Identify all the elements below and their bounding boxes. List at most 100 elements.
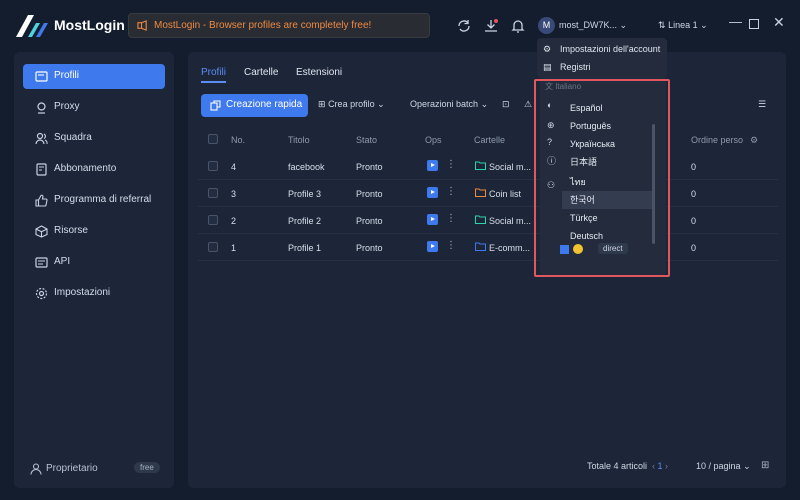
proxy-icon <box>37 102 46 114</box>
menu-item-label: Impostazioni dell'account <box>560 44 661 54</box>
folder-icon <box>475 242 486 251</box>
more-options-icon[interactable]: ⋮ <box>446 159 456 170</box>
cell-order: 0 <box>691 243 697 253</box>
open-browser-button[interactable] <box>427 187 438 198</box>
user-icon <box>30 463 42 475</box>
sidebar-item-referral[interactable]: Programma di referral <box>23 188 165 213</box>
sidebar-item-subscription[interactable]: Abbonamento <box>23 157 165 182</box>
prev-page-icon[interactable]: ‹ <box>652 461 655 471</box>
maximize-icon[interactable] <box>749 19 759 29</box>
user-name: most_DW7K... <box>559 20 618 30</box>
row-checkbox[interactable] <box>208 242 218 252</box>
copy-icon <box>210 100 221 111</box>
close-icon[interactable]: ✕ <box>773 14 785 31</box>
cell-title: Profile 1 <box>288 243 322 253</box>
table-row[interactable]: 1 Profile 1 Pronto ⋮ E-comm... 0 <box>198 234 778 261</box>
sidebar-item-api[interactable]: API <box>23 250 165 275</box>
sidebar-item-label: Squadra <box>54 132 92 143</box>
sidebar-item-label: Abbonamento <box>54 163 117 174</box>
sidebar-item-proxy[interactable]: Proxy <box>23 95 165 120</box>
line-selector[interactable]: ⇅ Linea 1 ⌄ <box>658 20 708 31</box>
page-size-select[interactable]: 10 / pagina ⌄ <box>696 461 751 472</box>
cell-folder: Coin list <box>489 189 522 199</box>
line-label: Linea 1 <box>668 20 698 30</box>
folder-add-icon[interactable]: ⊡ <box>502 99 510 110</box>
sync-icon[interactable] <box>456 18 472 34</box>
sidebar-item-settings[interactable]: Impostazioni <box>23 281 165 306</box>
column-settings-icon[interactable]: ⚙ <box>750 135 758 146</box>
main-panel: Profili Cartelle Estensioni Creazione ra… <box>188 52 786 488</box>
megaphone-icon <box>137 20 147 31</box>
sidebar-item-label: Risorse <box>54 225 88 236</box>
minimize-icon[interactable]: — <box>729 14 742 29</box>
column-header: Ordine perso <box>691 135 744 145</box>
cell-status: Pronto <box>356 216 383 226</box>
table-row[interactable]: 3 Profile 3 Pronto ⋮ Coin list 0 <box>198 180 778 207</box>
sidebar: Profili Proxy Squadra Abbonamento Progra… <box>14 52 174 488</box>
row-checkbox[interactable] <box>208 188 218 198</box>
chevron-down-icon: ⌄ <box>743 461 751 471</box>
sidebar-item-label: Impostazioni <box>54 287 111 298</box>
cell-title: Profile 3 <box>288 189 322 199</box>
select-all-checkbox[interactable] <box>208 134 218 144</box>
account-menu: ⚙ Impostazioni dell'account ▤ Registri <box>537 38 667 78</box>
next-page-icon[interactable]: › <box>665 461 668 471</box>
tab-extensions[interactable]: Estensioni <box>296 67 342 78</box>
open-browser-button[interactable] <box>427 160 438 171</box>
more-options-icon[interactable]: ⋮ <box>446 240 456 251</box>
open-browser-button[interactable] <box>427 214 438 225</box>
open-browser-button[interactable] <box>427 241 438 252</box>
pagination[interactable]: ‹ 1 › <box>652 461 668 471</box>
sidebar-item-label: Programma di referral <box>54 194 152 205</box>
gear-icon <box>35 287 48 300</box>
quick-create-button[interactable]: Creazione rapida <box>201 94 308 117</box>
create-profile-button[interactable]: ⊞ Crea profilo ⌄ <box>318 99 385 110</box>
chevron-down-icon: ⌄ <box>619 20 628 30</box>
row-checkbox[interactable] <box>208 215 218 225</box>
highlight-box <box>534 79 670 277</box>
sidebar-item-resources[interactable]: Risorse <box>23 219 165 244</box>
tab-profiles[interactable]: Profili <box>201 67 226 78</box>
cell-order: 0 <box>691 189 697 199</box>
cell-status: Pronto <box>356 189 383 199</box>
gear-icon: ⚙ <box>543 44 552 54</box>
cell-no: 3 <box>231 189 237 199</box>
menu-item-label: Registri <box>560 62 591 72</box>
quick-create-label: Creazione rapida <box>226 99 303 110</box>
cell-status: Pronto <box>356 243 383 253</box>
cell-order: 0 <box>691 216 697 226</box>
grid-view-icon[interactable]: ⊞ <box>761 460 769 471</box>
more-options-icon[interactable]: ⋮ <box>446 186 456 197</box>
bell-icon[interactable] <box>510 18 526 34</box>
row-checkbox[interactable] <box>208 161 218 171</box>
warning-icon[interactable]: ⚠ <box>524 99 532 110</box>
plan-badge: free <box>134 462 160 473</box>
column-header: No. <box>231 135 246 145</box>
user-menu-trigger[interactable]: most_DW7K... ⌄ <box>559 20 627 31</box>
create-profile-label: Crea profilo <box>328 99 375 109</box>
column-header: Cartelle <box>474 135 506 145</box>
tab-folders[interactable]: Cartelle <box>244 67 278 78</box>
batch-ops-button[interactable]: Operazioni batch ⌄ <box>410 99 488 110</box>
sidebar-item-team[interactable]: Squadra <box>23 126 165 151</box>
filter-icon[interactable]: ☰ <box>758 99 766 110</box>
avatar[interactable]: M <box>538 17 555 34</box>
download-icon[interactable] <box>483 18 499 34</box>
table-row[interactable]: 4 facebook Pronto ⋮ Social m... 0 <box>198 153 778 180</box>
table-row[interactable]: 2 Profile 2 Pronto ⋮ Social m... 0 <box>198 207 778 234</box>
promo-banner[interactable]: MostLogin - Browser profiles are complet… <box>128 13 430 38</box>
sidebar-item-profiles[interactable]: Profili <box>23 64 165 89</box>
folder-icon <box>475 188 486 197</box>
folder-icon <box>475 215 486 224</box>
column-header: Stato <box>356 135 378 145</box>
cell-status: Pronto <box>356 162 383 172</box>
chevron-down-icon: ⌄ <box>700 20 708 30</box>
cell-order: 0 <box>691 162 697 172</box>
chevron-down-icon: ⌄ <box>480 99 489 109</box>
cell-no: 4 <box>231 162 237 172</box>
current-page[interactable]: 1 <box>658 461 663 471</box>
more-options-icon[interactable]: ⋮ <box>446 213 456 224</box>
thumbs-up-icon <box>35 194 48 207</box>
cube-icon <box>35 225 48 238</box>
api-icon <box>35 257 48 268</box>
